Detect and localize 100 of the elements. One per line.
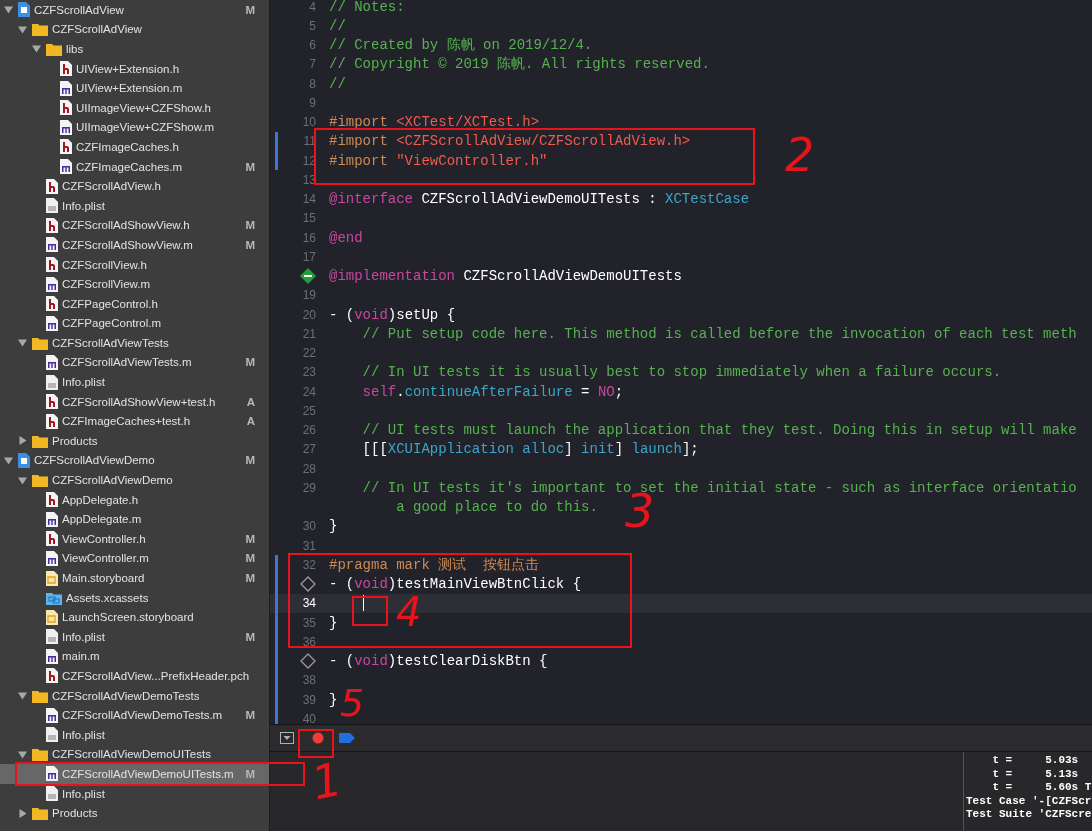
disclosure-triangle-icon[interactable] [4,5,13,15]
line-number: 29 [302,480,316,495]
file-navigator-row[interactable]: Info.plist [0,195,269,216]
file-navigator-row[interactable]: ViewController.h M [0,529,269,549]
disclosure-triangle-icon[interactable] [18,749,27,759]
file-name: CZFScrollAdView...PrefixHeader.pch [62,670,250,682]
record-button[interactable] [312,732,324,744]
file-navigator-row[interactable]: CZFScrollView.m [0,274,269,294]
file-navigator-row[interactable]: CZFScrollAdShowView+test.h A [0,391,269,412]
file-name: CZFScrollAdViewTests.m [62,356,192,369]
file-navigator-row[interactable]: CZFScrollAdShowView.h M [0,215,269,236]
annotation-number: 1 [307,755,346,807]
line-number: 17 [302,249,316,264]
file-navigator-row[interactable]: CZFImageCaches.h [0,137,269,157]
file-navigator-row[interactable]: Assets.xcassets [0,587,269,608]
file-navigator-row[interactable]: AppDelegate.m [0,509,269,530]
disclosure-triangle-icon[interactable] [18,436,27,446]
file-navigator-row[interactable]: Products [0,431,269,451]
source-control-status: M [245,709,256,722]
file-navigator-row[interactable]: CZFScrollView.h [0,254,269,275]
file-navigator-row[interactable]: CZFScrollAdViewDemo M [0,450,269,471]
line-number: 39 [302,692,316,707]
code-line: self.continueAfterFailure = NO; [361,383,624,400]
file-navigator-row[interactable]: Products [0,803,269,823]
line-number: 38 [302,673,316,688]
source-control-status: M [245,572,256,584]
disclosure-triangle-icon[interactable] [18,475,27,485]
file-name: CZFScrollAdShowView.h [62,219,190,232]
code-line: // Notes: [329,0,405,15]
project-icon [18,452,30,468]
folder-icon [32,22,48,37]
line-number: 40 [302,711,316,724]
plist-file-icon [46,727,58,743]
file-navigator-row[interactable]: LaunchScreen.storyboard [0,607,269,627]
line-number: 28 [302,461,316,476]
source-file-icon [60,80,72,96]
source-file-icon [46,315,58,331]
source-file-icon [46,766,58,782]
file-navigator-row[interactable]: CZFScrollAdView M [0,0,269,20]
line-number: 31 [302,538,316,553]
file-navigator-row[interactable]: Main.storyboard M [0,568,269,588]
file-navigator-row[interactable]: CZFScrollAdViewDemoUITests [0,744,269,765]
file-navigator-row[interactable]: libs [0,39,269,59]
file-navigator-row[interactable]: UIImageView+CZFShow.m [0,117,269,138]
file-navigator-row[interactable]: CZFScrollAdView [0,19,269,40]
file-navigator-row[interactable]: Info.plist [0,724,269,745]
disclosure-triangle-icon[interactable] [4,455,13,465]
file-navigator-row[interactable]: CZFPageControl.m [0,313,269,334]
file-navigator-row[interactable]: CZFScrollAdViewDemoTests.m M [0,705,269,725]
header-file-icon [46,492,58,508]
file-navigator-row[interactable]: Info.plist [0,783,269,804]
source-control-status: A [246,415,256,428]
test-passed-icon[interactable] [300,268,316,285]
toggle-console-icon[interactable] [280,732,294,744]
file-navigator-row[interactable]: CZFScrollAdViewDemoUITests.m M [0,764,269,784]
file-navigator-row[interactable]: CZFScrollAdViewDemoTests [0,685,269,706]
file-navigator-row[interactable]: UIView+Extension.m [0,78,269,98]
disclosure-triangle-icon[interactable] [18,691,27,701]
file-navigator-row[interactable]: UIView+Extension.h [0,58,269,79]
disclosure-triangle-icon[interactable] [18,338,27,348]
code-line: #pragma mark 测试 按钮点击 [329,555,540,574]
console-line: t = 5.13s [991,767,1080,781]
file-navigator-row[interactable]: ViewController.m M [0,548,269,569]
line-number: 22 [302,346,316,361]
storyboard-file-icon [46,570,58,586]
file-navigator-row[interactable]: CZFScrollAdViewTests [0,333,269,353]
code-line: [[[XCUIApplication alloc] init] launch]; [361,441,699,458]
console-line: t = 5.03s [991,754,1080,768]
file-navigator-row[interactable]: CZFScrollAdView...PrefixHeader.pch [0,666,269,686]
file-navigator-row[interactable]: CZFScrollAdViewTests.m M [0,352,269,373]
disclosure-triangle-icon[interactable] [32,44,41,54]
annotation-number: 2 [785,132,815,178]
line-number: 11 [303,134,316,149]
file-navigator-row[interactable]: CZFScrollAdView.h [0,176,269,196]
header-file-icon [60,61,72,77]
file-navigator-row[interactable]: Info.plist [0,372,269,392]
source-file-icon [46,276,58,292]
file-navigator-row[interactable]: AppDelegate.h [0,489,269,510]
file-name: Info.plist [62,376,105,389]
file-navigator-row[interactable]: CZFScrollAdViewDemo [0,470,269,490]
code-line: - (void)testClearDiskBtn { [329,653,548,670]
file-navigator-row[interactable]: CZFImageCaches+test.h A [0,411,269,432]
line-number: 26 [302,423,316,438]
plist-file-icon [46,629,58,645]
header-file-icon [46,178,58,194]
breakpoint-icon[interactable] [339,733,355,743]
file-navigator-row[interactable]: UIImageView+CZFShow.h [0,97,269,118]
file-name: Products [52,807,98,820]
test-diamond-icon[interactable] [300,653,316,670]
disclosure-triangle-icon[interactable] [18,24,27,34]
file-navigator-row[interactable]: CZFScrollAdShowView.m M [0,235,269,255]
file-navigator-row[interactable]: CZFPageControl.h [0,293,269,314]
file-navigator-row[interactable]: CZFImageCaches.m M [0,156,269,177]
code-line: // In UI tests it is usually best to stop immediately when a failure occurs. [361,364,1002,381]
file-navigator-row[interactable]: main.m [0,646,269,667]
test-diamond-icon[interactable] [300,576,316,593]
file-name: CZFScrollAdViewTests [52,336,169,349]
file-navigator-row[interactable]: Info.plist M [0,627,269,647]
disclosure-triangle-icon[interactable] [18,808,27,818]
source-control-status: M [245,219,256,232]
